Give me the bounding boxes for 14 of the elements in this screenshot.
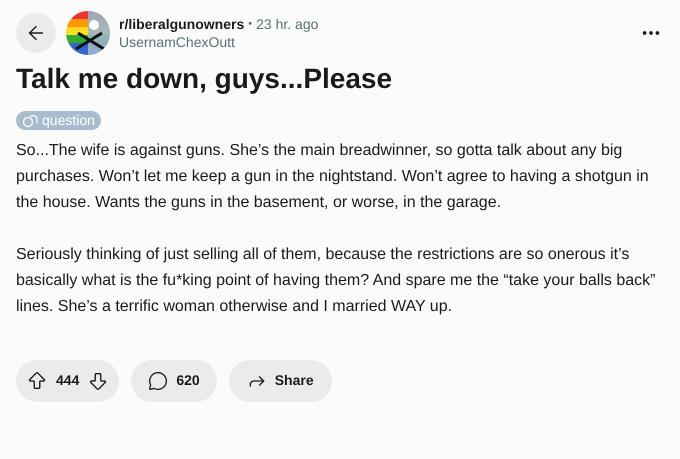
post-time: 23 hr. ago — [256, 15, 318, 33]
upvote-icon[interactable] — [26, 370, 48, 392]
username-link[interactable]: UsernamChexOutt — [119, 33, 318, 51]
share-button[interactable]: Share — [228, 360, 332, 402]
post-title: Talk me down, guys...Please — [16, 62, 394, 96]
post-paragraph: So...The wife is against guns. She’s the main breadwinner, so gotta talk about any big purchases. Won’t let me keep a gun in the nightstand. Won’t agree to having a shotgun in the house. Wants the guns in the basement, or worse, in the garage. — [16, 140, 650, 212]
subreddit-link[interactable]: r/liberalgunowners — [119, 15, 244, 33]
comments-button[interactable]: 620 — [131, 360, 217, 402]
back-button[interactable] — [16, 13, 56, 53]
vote-count: 444 — [56, 371, 80, 390]
separator-dot: • — [248, 17, 252, 32]
post-paragraph: Seriously thinking of just selling all of them, because the restrictions are so onerous it’s basically what is the fu*king point of having them? And spare me the “take your balls back” lines. She’s a terrific woman otherwise and I married WAY up. — [16, 244, 656, 316]
avatar-icon — [66, 11, 110, 55]
comment-icon — [148, 370, 168, 390]
